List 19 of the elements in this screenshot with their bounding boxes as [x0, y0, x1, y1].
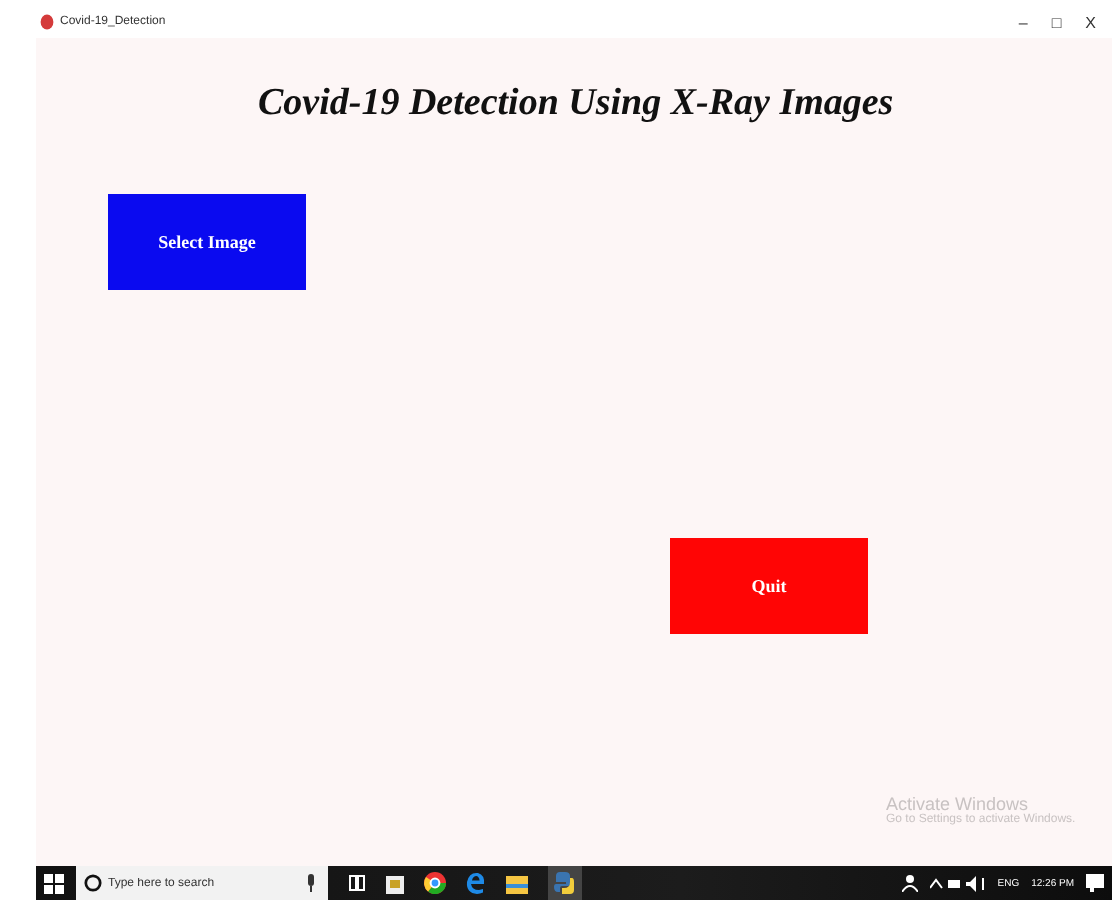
start-icon[interactable]	[44, 873, 64, 893]
app-icon	[40, 14, 54, 30]
notification-icon[interactable]	[1086, 874, 1104, 892]
microphone-icon[interactable]	[306, 874, 316, 892]
cortana-circle-icon[interactable]	[84, 874, 102, 892]
edge-icon[interactable]	[466, 872, 486, 894]
window-control[interactable]: X	[1077, 13, 1104, 31]
heading: Covid-19 Detection Using X-Ray Images	[258, 82, 896, 126]
browser-icon[interactable]	[424, 872, 446, 894]
people-icon[interactable]	[901, 874, 918, 892]
quit-button[interactable]: Quit	[670, 538, 868, 634]
folder-icon[interactable]	[506, 873, 528, 893]
window-control[interactable]: –	[1010, 13, 1036, 31]
python-icon[interactable]	[548, 866, 582, 900]
task-view-icon[interactable]	[348, 874, 366, 892]
select-button[interactable]: Select Image	[108, 194, 306, 290]
tray-icons[interactable]	[929, 875, 986, 891]
store-icon[interactable]	[386, 872, 404, 894]
window-control[interactable]: □	[1043, 13, 1070, 31]
